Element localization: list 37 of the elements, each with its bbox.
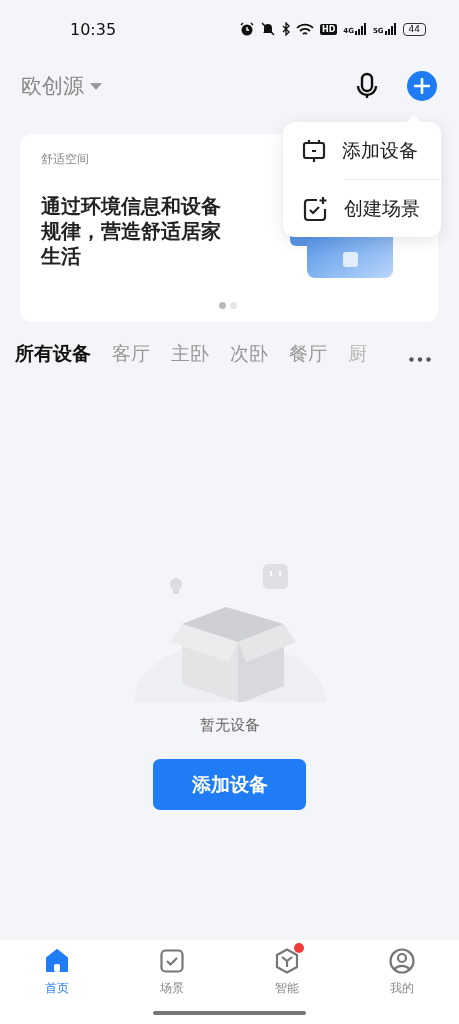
add-checkbox-icon: [302, 195, 328, 222]
mute-bell-icon: [259, 22, 276, 36]
nav-tab[interactable]: 智能: [229, 940, 345, 997]
room-tab[interactable]: 次卧: [230, 341, 268, 367]
add-device-button[interactable]: 添加设备: [153, 759, 306, 810]
home-icon: [45, 949, 70, 973]
empty-message: 暂无设备: [199, 716, 260, 735]
banner-caption: 舒适空间: [41, 151, 89, 168]
more-dots-icon: [409, 357, 431, 362]
menu-item[interactable]: 创建场景: [283, 180, 441, 237]
nav-tab[interactable]: 场景: [114, 940, 230, 997]
hexagon-icon: [274, 948, 299, 974]
nav-tab[interactable]: 首页: [0, 940, 115, 997]
add-button[interactable]: [407, 71, 437, 101]
room-tab[interactable]: 客厅: [112, 341, 150, 367]
hd-indicator: HD: [319, 23, 338, 35]
nav-tab[interactable]: 我的: [344, 940, 459, 997]
alarm-icon: [239, 22, 254, 36]
device-icon: [302, 138, 326, 163]
plus-icon: [414, 78, 430, 94]
battery-indicator: 44: [402, 22, 426, 36]
banner-headline: 通过环境信息和设备规律，营造舒适居家生活: [41, 194, 222, 269]
bluetooth-icon: [281, 22, 290, 36]
room-tab[interactable]: 餐厅: [289, 341, 327, 367]
profile-icon: [388, 948, 415, 974]
voice-button[interactable]: [355, 72, 379, 100]
dropdown-caret-icon: [90, 82, 102, 90]
checkbox-icon: [160, 949, 185, 973]
signal-icon: [354, 23, 367, 35]
room-tab[interactable]: 主卧: [171, 341, 209, 367]
microphone-icon: [355, 72, 379, 100]
signal-icon: [384, 23, 397, 35]
room-tab[interactable]: 所有设备: [15, 341, 91, 367]
home-selector[interactable]: 欧创源: [21, 72, 355, 100]
menu-item[interactable]: 添加设备: [283, 122, 441, 179]
wifi-icon: [295, 22, 314, 36]
clock-time: 10:35: [70, 19, 118, 39]
